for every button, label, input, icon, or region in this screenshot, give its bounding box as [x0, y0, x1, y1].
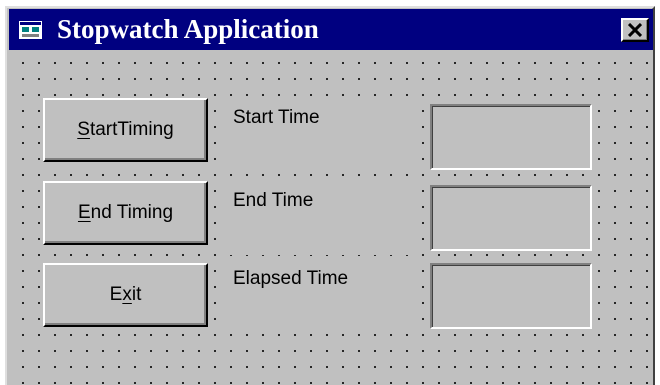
end-timing-label: End Timing: [77, 202, 174, 223]
start-timing-button[interactable]: StartTiming: [43, 98, 208, 162]
start-time-label: Start Time: [227, 102, 412, 172]
start-time-field[interactable]: [430, 104, 592, 170]
form-design-surface: StartTiming End Timing Exit Start Time E…: [9, 50, 653, 385]
end-time-label: End Time: [227, 185, 412, 255]
elapsed-time-field[interactable]: [430, 263, 592, 329]
close-button[interactable]: [621, 18, 649, 42]
window-title: Stopwatch Application: [57, 14, 319, 44]
form-icon[interactable]: [19, 21, 42, 39]
close-x-icon: [628, 23, 642, 37]
title-bar[interactable]: Stopwatch Application: [9, 9, 653, 50]
start-timing-label: StartTiming: [77, 119, 174, 140]
exit-label: Exit: [109, 284, 142, 305]
end-time-field[interactable]: [430, 185, 592, 251]
stopwatch-window: Stopwatch Application StartTiming End Ti…: [5, 6, 655, 385]
exit-button[interactable]: Exit: [43, 263, 208, 327]
elapsed-time-label: Elapsed Time: [227, 263, 412, 333]
end-timing-button[interactable]: End Timing: [43, 181, 208, 245]
